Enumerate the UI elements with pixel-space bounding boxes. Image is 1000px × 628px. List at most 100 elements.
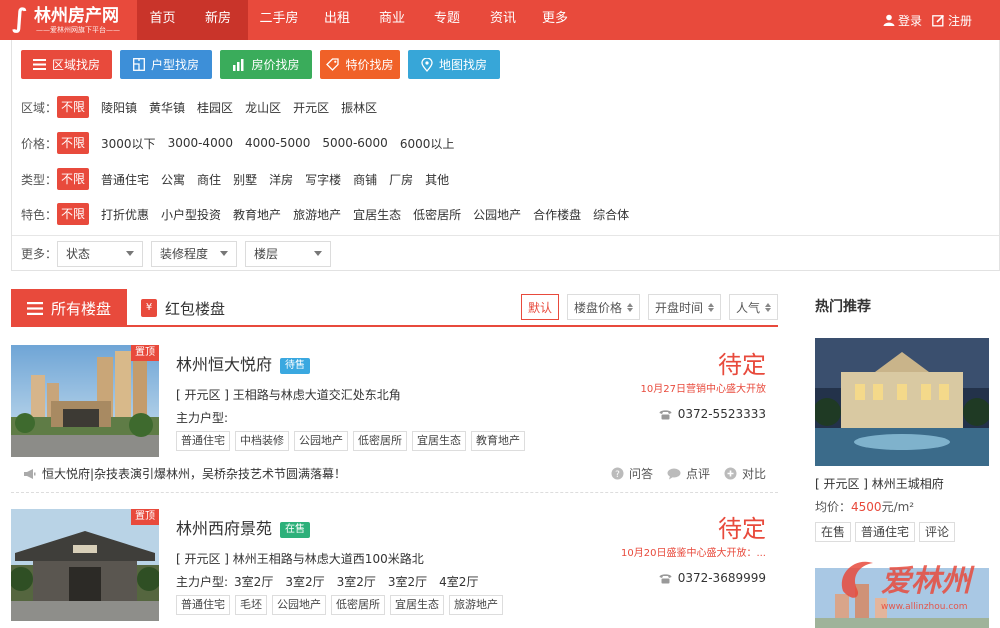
property-tag: 公园地产 [294,431,348,451]
filter-label: 特色： [21,207,58,222]
status-dropdown[interactable]: 状态 [57,240,143,267]
tab-discount-search[interactable]: 特价找房 [320,50,400,79]
filter-option[interactable]: 开元区 [293,99,329,116]
tab-region-search[interactable]: 区域找房 [21,50,112,79]
nav-item-topic[interactable]: 专题 [420,0,474,40]
filter-option[interactable]: 公园地产 [473,206,521,223]
nav-item-home[interactable]: 首页 [137,0,188,40]
filter-row-type: 类型： 不限 普通住宅 公寓 商住 别墅 洋房 写字楼 商铺 厂房 其他 [21,168,461,190]
filter-option[interactable]: 别墅 [233,171,257,188]
list-icon [26,301,43,315]
filter-option[interactable]: 普通住宅 [101,171,149,188]
more-filters-row: 更多： 状态 装修程度 楼层 [12,235,999,271]
tag-icon [326,58,340,71]
decoration-dropdown[interactable]: 装修程度 [151,240,237,267]
filter-option[interactable]: 教育地产 [233,206,281,223]
main-layout: 主力户型: [176,411,229,425]
user-icon [883,14,895,26]
filter-option[interactable]: 陵阳镇 [101,99,137,116]
filter-option[interactable]: 洋房 [269,171,293,188]
hot-property-photo[interactable] [815,338,989,466]
filter-option-selected[interactable]: 不限 [57,168,90,190]
pinned-badge: 置顶 [131,509,159,525]
filter-option[interactable]: 3000-4000 [168,136,233,150]
nav-item-commercial[interactable]: 商业 [364,0,420,40]
tab-all-properties[interactable]: 所有楼盘 [11,289,127,327]
svg-text:爱林州: 爱林州 [881,564,975,599]
hot-property-price: 均价：4500元/m² [815,500,915,514]
property-photo[interactable]: 置顶 [11,509,159,621]
nav-item-newhouse[interactable]: 新房 [188,0,248,40]
filter-option[interactable]: 旅游地产 [293,206,341,223]
filter-option[interactable]: 桂园区 [197,99,233,116]
nav-item-rent[interactable]: 出租 [310,0,364,40]
property-news[interactable]: 恒大悦府|杂技表演引爆林州，吴桥杂技艺术节圆满落幕！ [23,465,346,482]
property-tag[interactable]: 评论 [919,522,956,542]
filter-option[interactable]: 低密居所 [413,206,461,223]
status-badge: 待售 [280,358,311,374]
comment-icon [667,468,681,479]
phone-icon [659,573,672,583]
filter-option[interactable]: 写字楼 [305,171,341,188]
floor-dropdown[interactable]: 楼层 [245,240,331,267]
question-icon: ? [611,467,624,480]
property-tags: 普通住宅 中档装修 公园地产 低密居所 宜居生态 教育地产 [176,431,530,451]
tab-floorplan-search[interactable]: 户型找房 [120,50,212,79]
review-link[interactable]: 点评 [667,465,710,482]
tab-red-envelope-properties[interactable]: ¥ 红包楼盘 [141,289,225,327]
property-tag: 在售 [815,522,852,542]
sort-open-time[interactable]: 开盘时间 [647,294,721,320]
filter-option[interactable]: 商铺 [353,171,377,188]
filter-option-selected[interactable]: 不限 [57,96,90,118]
filter-option[interactable]: 商住 [197,171,221,188]
filter-option[interactable]: 6000以上 [400,135,455,152]
filter-option[interactable]: 打折优惠 [101,206,149,223]
site-name: 林州房产网 [34,6,119,26]
property-name[interactable]: 林州恒大悦府 待售 [176,351,311,375]
filter-option-selected[interactable]: 不限 [57,132,90,154]
sort-default[interactable]: 默认 [520,294,559,320]
filter-option[interactable]: 综合体 [593,206,629,223]
listing-actions: ? 问答 点评 对比 [597,465,766,482]
svg-text:?: ? [615,470,620,480]
register-link[interactable]: 注册 [932,12,972,29]
site-slogan: ——爱林州网旗下平台—— [36,26,120,34]
filter-option[interactable]: 5000-6000 [322,136,387,150]
nav-item-secondhand[interactable]: 二手房 [248,0,310,40]
layout-item: 4室2厅 [439,575,479,589]
property-name[interactable]: 林州西府景苑 在售 [176,515,311,539]
filter-option[interactable]: 黄华镇 [149,99,185,116]
filter-option[interactable]: 其他 [425,171,449,188]
bar-chart-icon [233,58,244,71]
sort-popularity[interactable]: 人气 [728,294,778,320]
tab-map-search[interactable]: 地图找房 [408,50,500,79]
property-photo[interactable]: 置顶 [11,345,159,457]
filter-option[interactable]: 公寓 [161,171,185,188]
filter-option[interactable]: 4000-5000 [245,136,310,150]
qa-link[interactable]: ? 问答 [611,465,653,482]
filter-option[interactable]: 小户型投资 [161,206,221,223]
property-tag: 中档装修 [235,431,289,451]
hot-property-name[interactable]: [ 开元区 ] 林州王城相府 [815,475,944,492]
filter-option[interactable]: 厂房 [389,171,413,188]
filter-option[interactable]: 宜居生态 [353,206,401,223]
site-logo[interactable]: ∫ 林州房产网 ——爱林州网旗下平台—— [12,4,132,36]
filter-option[interactable]: 3000以下 [101,135,156,152]
filter-row-price: 价格： 不限 3000以下 3000-4000 4000-5000 5000-6… [21,132,466,154]
filter-option[interactable]: 振林区 [341,99,377,116]
tab-price-search[interactable]: 房价找房 [220,50,312,79]
sort-price[interactable]: 楼盘价格 [566,294,640,320]
auth-links: 登录 注册 [873,0,972,40]
property-tag: 低密居所 [331,595,385,615]
filter-option[interactable]: 龙山区 [245,99,281,116]
compare-link[interactable]: 对比 [724,465,766,482]
filter-option[interactable]: 合作楼盘 [533,206,581,223]
property-tag: 普通住宅 [855,522,916,542]
login-link[interactable]: 登录 [883,12,922,29]
property-tag: 普通住宅 [176,595,230,615]
filter-option-selected[interactable]: 不限 [57,203,90,225]
nav-item-more[interactable]: 更多 [532,0,578,40]
property-tag: 公园地产 [272,595,326,615]
sidebar-title: 热门推荐 [815,299,871,315]
nav-item-news[interactable]: 资讯 [474,0,532,40]
